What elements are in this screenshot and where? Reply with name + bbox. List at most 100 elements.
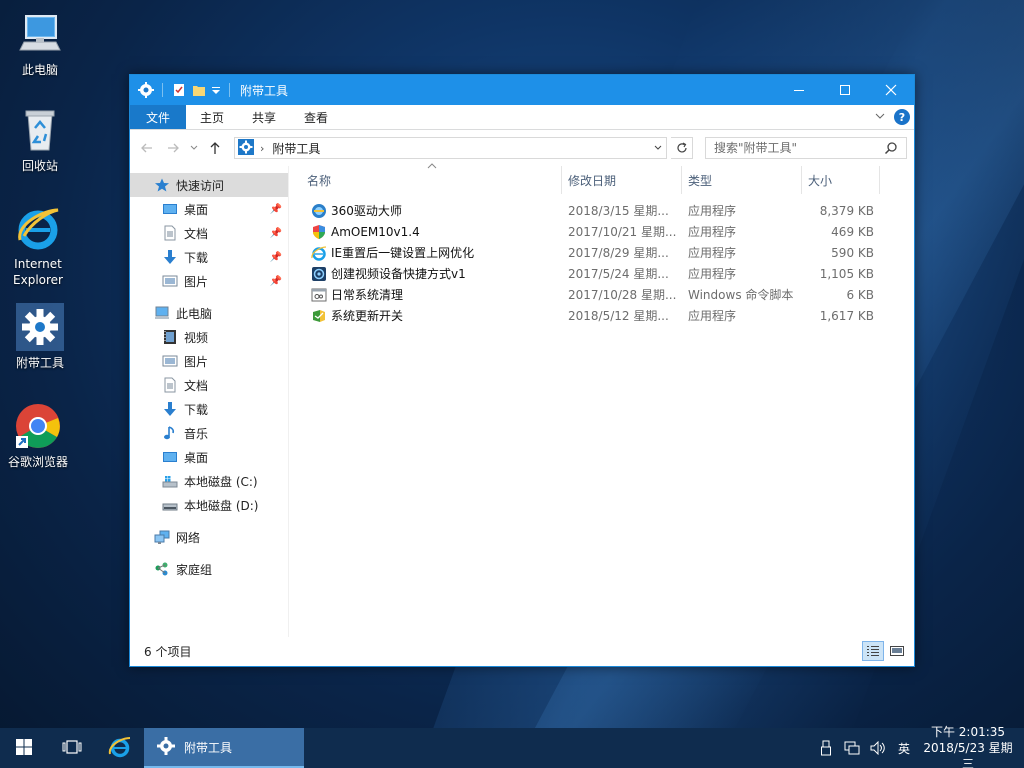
volume-icon[interactable]	[870, 740, 886, 756]
file-name: 360驱动大师	[331, 204, 402, 218]
nav-quick-access[interactable]: 快速访问	[130, 173, 288, 197]
column-header-date[interactable]: 修改日期	[562, 166, 682, 194]
file-type: 应用程序	[688, 309, 737, 323]
chevron-right-icon[interactable]: ›	[260, 142, 264, 155]
nav-label: 视频	[184, 330, 209, 345]
up-button[interactable]	[204, 137, 226, 159]
recent-locations-button[interactable]	[188, 137, 200, 159]
nav-pc-music[interactable]: 音乐	[130, 421, 288, 445]
usb-device-icon[interactable]	[818, 740, 834, 756]
nav-drive-c[interactable]: 本地磁盘 (C:)	[130, 469, 288, 493]
explorer-window: 附带工具 文件 主页 共享 查看 ? › 附带工具 搜索"附带工具" 快速访问 …	[129, 74, 915, 667]
search-input[interactable]	[714, 141, 884, 155]
navigation-pane: 快速访问 桌面 📌 文档 📌 下载 📌 图片 📌 此电脑 视频 图片 文档 下载…	[130, 166, 289, 637]
pin-icon[interactable]: 📌	[270, 252, 282, 263]
file-date: 2017/10/21 星期...	[568, 225, 677, 239]
new-folder-icon[interactable]	[191, 82, 207, 98]
help-icon[interactable]: ?	[894, 109, 910, 125]
nav-label: 文档	[184, 378, 209, 393]
tab-view[interactable]: 查看	[290, 105, 342, 129]
close-button[interactable]	[868, 75, 914, 105]
forward-button[interactable]	[162, 137, 184, 159]
column-header-name[interactable]: 名称	[289, 166, 562, 194]
minimize-button[interactable]	[776, 75, 822, 105]
desktop-icon-label: 谷歌浏览器	[7, 455, 68, 469]
nav-label: 图片	[184, 354, 209, 369]
task-view-button[interactable]	[48, 728, 96, 768]
back-button[interactable]	[136, 137, 158, 159]
pictures-icon	[162, 273, 178, 289]
network-status-icon[interactable]	[844, 740, 860, 756]
nav-pc-desktop[interactable]: 桌面	[130, 445, 288, 469]
desktop-icon-label: Internet Explorer	[13, 257, 63, 287]
column-header-type[interactable]: 类型	[682, 166, 802, 194]
tab-file[interactable]: 文件	[130, 105, 187, 129]
desktop-icon-recycle-bin[interactable]: 回收站	[2, 106, 78, 174]
desktop-icon-tools-folder[interactable]: 附带工具	[2, 303, 78, 371]
search-icon[interactable]	[884, 141, 898, 158]
desktop-icon-chrome[interactable]: 谷歌浏览器	[0, 402, 76, 470]
file-row[interactable]: AmOEM10v1.4 2017/10/21 星期... 应用程序 469 KB	[289, 221, 914, 242]
nav-quick-pictures[interactable]: 图片 📌	[130, 269, 288, 293]
input-method-indicator[interactable]: 英	[896, 740, 912, 756]
file-row[interactable]: 360驱动大师 2018/3/15 星期... 应用程序 8,379 KB	[289, 200, 914, 221]
desktop-icon-internet-explorer[interactable]: Internet Explorer	[0, 204, 76, 288]
file-date: 2017/8/29 星期...	[568, 246, 669, 260]
file-row[interactable]: 创建视频设备快捷方式v1 2017/5/24 星期... 应用程序 1,105 …	[289, 263, 914, 284]
script-icon	[311, 287, 327, 303]
desktop-icon-this-pc[interactable]: 此电脑	[2, 10, 78, 78]
expand-ribbon-icon[interactable]	[874, 110, 886, 125]
clock[interactable]: 下午 2:01:35 2018/5/23 星期三	[922, 724, 1014, 768]
customize-dropdown-icon[interactable]	[211, 82, 221, 98]
nav-pc-pictures[interactable]: 图片	[130, 349, 288, 373]
properties-icon[interactable]	[171, 82, 187, 98]
pin-icon[interactable]: 📌	[270, 228, 282, 239]
file-type: 应用程序	[688, 246, 737, 260]
refresh-button[interactable]	[671, 137, 693, 159]
column-header-size[interactable]: 大小	[802, 166, 880, 194]
file-row[interactable]: 日常系统清理 2017/10/28 星期... Windows 命令脚本 6 K…	[289, 284, 914, 305]
pin-icon[interactable]: 📌	[270, 276, 282, 287]
tab-home[interactable]: 主页	[186, 105, 238, 129]
details-view-button[interactable]	[862, 641, 884, 661]
address-dropdown-icon[interactable]	[650, 138, 666, 158]
nav-network[interactable]: 网络	[130, 525, 288, 549]
file-row[interactable]: IE重置后一键设置上网优化 2017/8/29 星期... 应用程序 590 K…	[289, 242, 914, 263]
nav-quick-downloads[interactable]: 下载 📌	[130, 245, 288, 269]
file-name: 系统更新开关	[331, 309, 404, 323]
nav-pc-downloads[interactable]: 下载	[130, 397, 288, 421]
documents-icon	[162, 377, 178, 393]
nav-homegroup[interactable]: 家庭组	[130, 557, 288, 581]
nav-label: 家庭组	[176, 562, 213, 577]
nav-quick-desktop[interactable]: 桌面 📌	[130, 197, 288, 221]
maximize-button[interactable]	[822, 75, 868, 105]
file-size: 6 KB	[846, 287, 874, 302]
address-field[interactable]: › 附带工具	[234, 137, 667, 159]
nav-pc-documents[interactable]: 文档	[130, 373, 288, 397]
file-row[interactable]: 系统更新开关 2018/5/12 星期... 应用程序 1,617 KB	[289, 305, 914, 326]
nav-drive-d[interactable]: 本地磁盘 (D:)	[130, 493, 288, 517]
nav-label: 本地磁盘 (C:)	[184, 474, 258, 489]
file-date: 2017/10/28 星期...	[568, 288, 677, 302]
title-bar[interactable]: 附带工具	[130, 75, 914, 105]
file-type: Windows 命令脚本	[688, 288, 794, 302]
taskbar-explorer-button[interactable]: 附带工具	[144, 728, 304, 768]
nav-label: 本地磁盘 (D:)	[184, 498, 259, 513]
nav-pc-videos[interactable]: 视频	[130, 325, 288, 349]
tab-share[interactable]: 共享	[238, 105, 290, 129]
nav-quick-documents[interactable]: 文档 📌	[130, 221, 288, 245]
nav-this-pc[interactable]: 此电脑	[130, 301, 288, 325]
breadcrumb-item[interactable]: 附带工具	[272, 140, 320, 157]
desktop-folder-icon	[162, 449, 178, 465]
gear-icon	[138, 82, 154, 98]
taskbar-ie-button[interactable]	[96, 728, 144, 768]
ie-icon	[108, 735, 132, 762]
start-button[interactable]	[0, 728, 48, 768]
chrome-icon	[14, 402, 62, 450]
file-type: 应用程序	[688, 204, 737, 218]
search-box[interactable]	[705, 137, 907, 159]
large-icons-view-button[interactable]	[886, 641, 908, 661]
file-size: 590 KB	[831, 245, 874, 260]
pin-icon[interactable]: 📌	[270, 204, 282, 215]
file-date: 2018/5/12 星期...	[568, 309, 669, 323]
